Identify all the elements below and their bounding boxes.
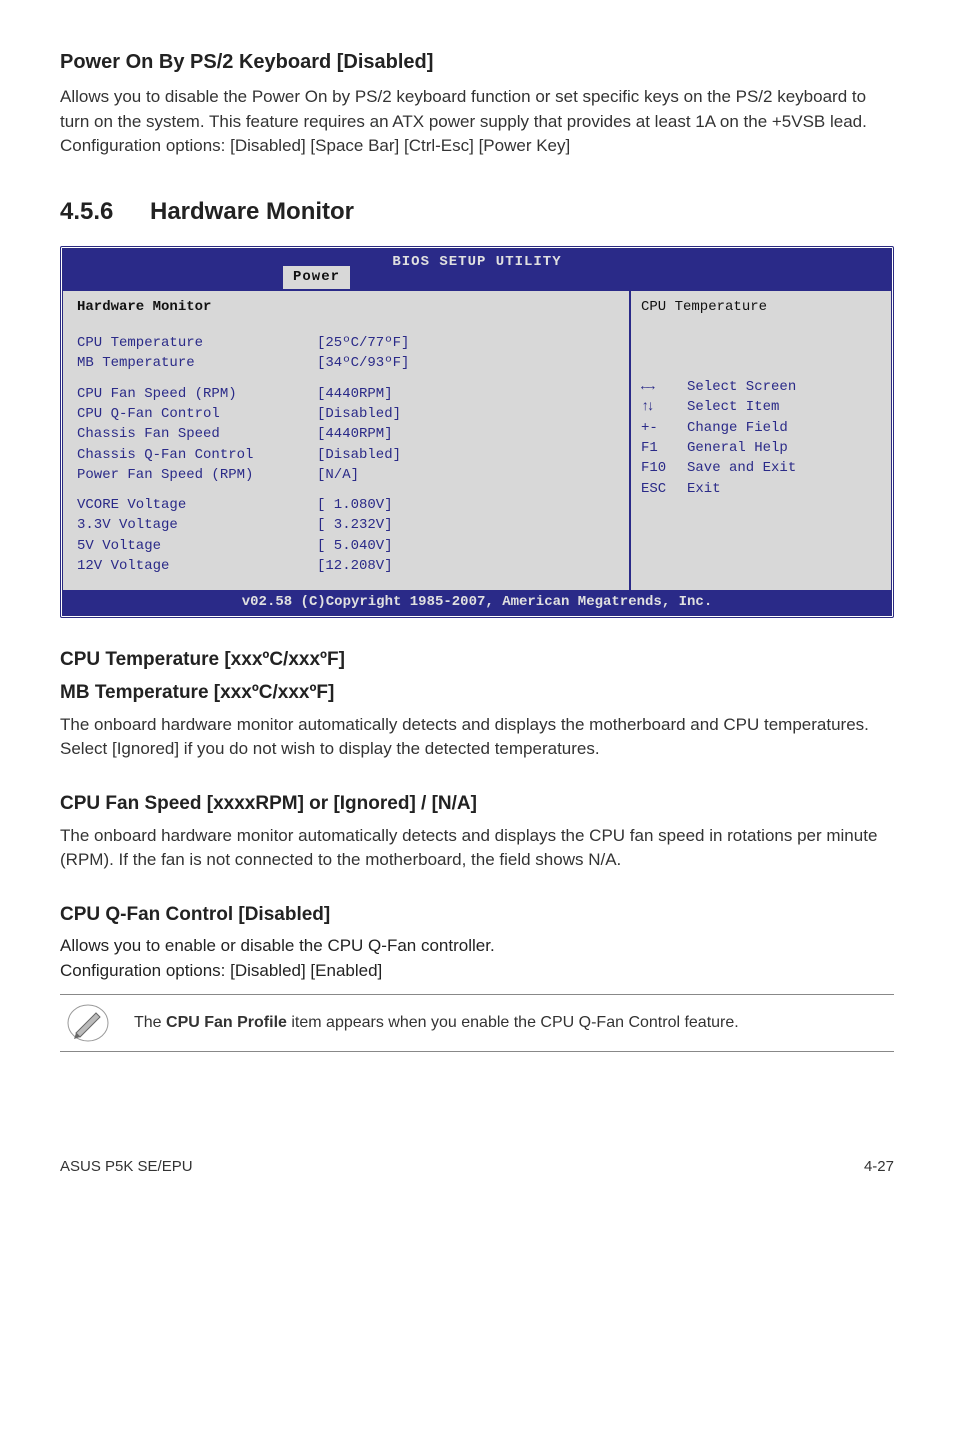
section-number: 4.5.6 [60,195,150,230]
help-text: General Help [687,438,788,458]
bios-help-change-field: +- Change Field [641,418,881,438]
bios-value: [ 5.040V] [317,536,393,556]
bios-help-select-screen: Select Screen [641,377,881,397]
bios-tab-power[interactable]: Power [283,266,350,288]
note-prefix: The [134,1014,166,1031]
bios-label: 5V Voltage [77,536,317,556]
bios-label: CPU Q-Fan Control [77,404,317,424]
power-on-heading: Power On By PS/2 Keyboard [Disabled] [60,48,894,77]
bios-help-select-item: Select Item [641,397,881,417]
bios-value: [4440RPM] [317,424,393,444]
bios-label: Power Fan Speed (RPM) [77,465,317,485]
bios-label: Chassis Fan Speed [77,424,317,444]
footer-left: ASUS P5K SE/EPU [60,1156,193,1178]
bios-row-chassis-qfan[interactable]: Chassis Q-Fan Control [Disabled] [77,445,615,465]
power-on-desc: Allows you to disable the Power On by PS… [60,87,867,131]
bios-help-list: Select Screen Select Item +- Change Fiel… [641,377,881,499]
bios-value: [12.208V] [317,556,393,576]
bios-label: VCORE Voltage [77,495,317,515]
section-title: Hardware Monitor [150,195,354,230]
pencil-note-icon [66,1003,110,1043]
power-on-paragraph: Allows you to disable the Power On by PS… [60,85,894,159]
qfan-config: Configuration options: [Disabled] [Enabl… [60,961,382,980]
help-text: Select Screen [687,377,796,397]
bios-group-fans: CPU Fan Speed (RPM) [4440RPM] CPU Q-Fan … [77,384,615,485]
temp-paragraph: The onboard hardware monitor automatical… [60,713,894,762]
bios-value: [4440RPM] [317,384,393,404]
bios-header: BIOS SETUP UTILITY Power [63,249,891,289]
bios-row-cpu-fan[interactable]: CPU Fan Speed (RPM) [4440RPM] [77,384,615,404]
footer-right: 4-27 [864,1156,894,1178]
bios-right-pane: CPU Temperature Select Screen Select Ite… [631,291,891,591]
bios-row-power-fan[interactable]: Power Fan Speed (RPM) [N/A] [77,465,615,485]
bios-value: [Disabled] [317,445,401,465]
help-text: Save and Exit [687,458,796,478]
arrow-left-right-icon [641,377,687,397]
bios-row-cpu-qfan[interactable]: CPU Q-Fan Control [Disabled] [77,404,615,424]
bios-label: CPU Fan Speed (RPM) [77,384,317,404]
arrow-up-down-icon [641,397,687,417]
help-key: F1 [641,438,687,458]
page-footer: ASUS P5K SE/EPU 4-27 [60,1152,894,1178]
bios-help-save-exit: F10 Save and Exit [641,458,881,478]
qfan-heading: CPU Q-Fan Control [Disabled] [60,901,894,929]
section-header: 4.5.6 Hardware Monitor [60,195,894,230]
help-key: +- [641,418,687,438]
fan-speed-heading: CPU Fan Speed [xxxxRPM] or [Ignored] / [… [60,790,894,818]
bios-group-temps: CPU Temperature [25ºC/77ºF] MB Temperatu… [77,333,615,374]
bios-row-vcore[interactable]: VCORE Voltage [ 1.080V] [77,495,615,515]
note-bold: CPU Fan Profile [166,1014,287,1031]
power-on-config: Configuration options: [Disabled] [Space… [60,136,570,155]
fan-speed-paragraph: The onboard hardware monitor automatical… [60,824,894,873]
bios-row-33v[interactable]: 3.3V Voltage [ 3.232V] [77,515,615,535]
bios-help-exit: ESC Exit [641,479,881,499]
bios-row-cpu-temp[interactable]: CPU Temperature [25ºC/77ºF] [77,333,615,353]
qfan-desc: Allows you to enable or disable the CPU … [60,936,495,955]
bios-header-title: BIOS SETUP UTILITY [63,251,891,272]
bios-value: [ 3.232V] [317,515,393,535]
bios-row-mb-temp[interactable]: MB Temperature [34ºC/93ºF] [77,353,615,373]
bios-panel: BIOS SETUP UTILITY Power Hardware Monito… [60,246,894,618]
bios-row-chassis-fan[interactable]: Chassis Fan Speed [4440RPM] [77,424,615,444]
bios-value: [N/A] [317,465,359,485]
bios-left-pane: Hardware Monitor CPU Temperature [25ºC/7… [63,291,631,591]
bios-value: [25ºC/77ºF] [317,333,409,353]
bios-label: MB Temperature [77,353,317,373]
bios-left-title: Hardware Monitor [77,297,615,323]
bios-value: [ 1.080V] [317,495,393,515]
bios-footer: v02.58 (C)Copyright 1985-2007, American … [63,590,891,614]
bios-value: [34ºC/93ºF] [317,353,409,373]
bios-group-voltages: VCORE Voltage [ 1.080V] 3.3V Voltage [ 3… [77,495,615,576]
bios-label: 12V Voltage [77,556,317,576]
note-text: The CPU Fan Profile item appears when yo… [134,1011,739,1034]
help-text: Change Field [687,418,788,438]
bios-value: [Disabled] [317,404,401,424]
bios-row-12v[interactable]: 12V Voltage [12.208V] [77,556,615,576]
help-text: Select Item [687,397,779,417]
bios-row-5v[interactable]: 5V Voltage [ 5.040V] [77,536,615,556]
bios-help-general: F1 General Help [641,438,881,458]
cpu-temp-heading: CPU Temperature [xxxºC/xxxºF] [60,646,894,674]
help-text: Exit [687,479,721,499]
mb-temp-heading: MB Temperature [xxxºC/xxxºF] [60,679,894,707]
qfan-paragraph: Allows you to enable or disable the CPU … [60,934,894,983]
help-key: F10 [641,458,687,478]
bios-label: Chassis Q-Fan Control [77,445,317,465]
note-box: The CPU Fan Profile item appears when yo… [60,994,894,1052]
help-key: ESC [641,479,687,499]
bios-help-title: CPU Temperature [641,297,881,377]
bios-label: 3.3V Voltage [77,515,317,535]
bios-label: CPU Temperature [77,333,317,353]
bios-body: Hardware Monitor CPU Temperature [25ºC/7… [63,289,891,591]
note-suffix: item appears when you enable the CPU Q-F… [287,1014,739,1031]
